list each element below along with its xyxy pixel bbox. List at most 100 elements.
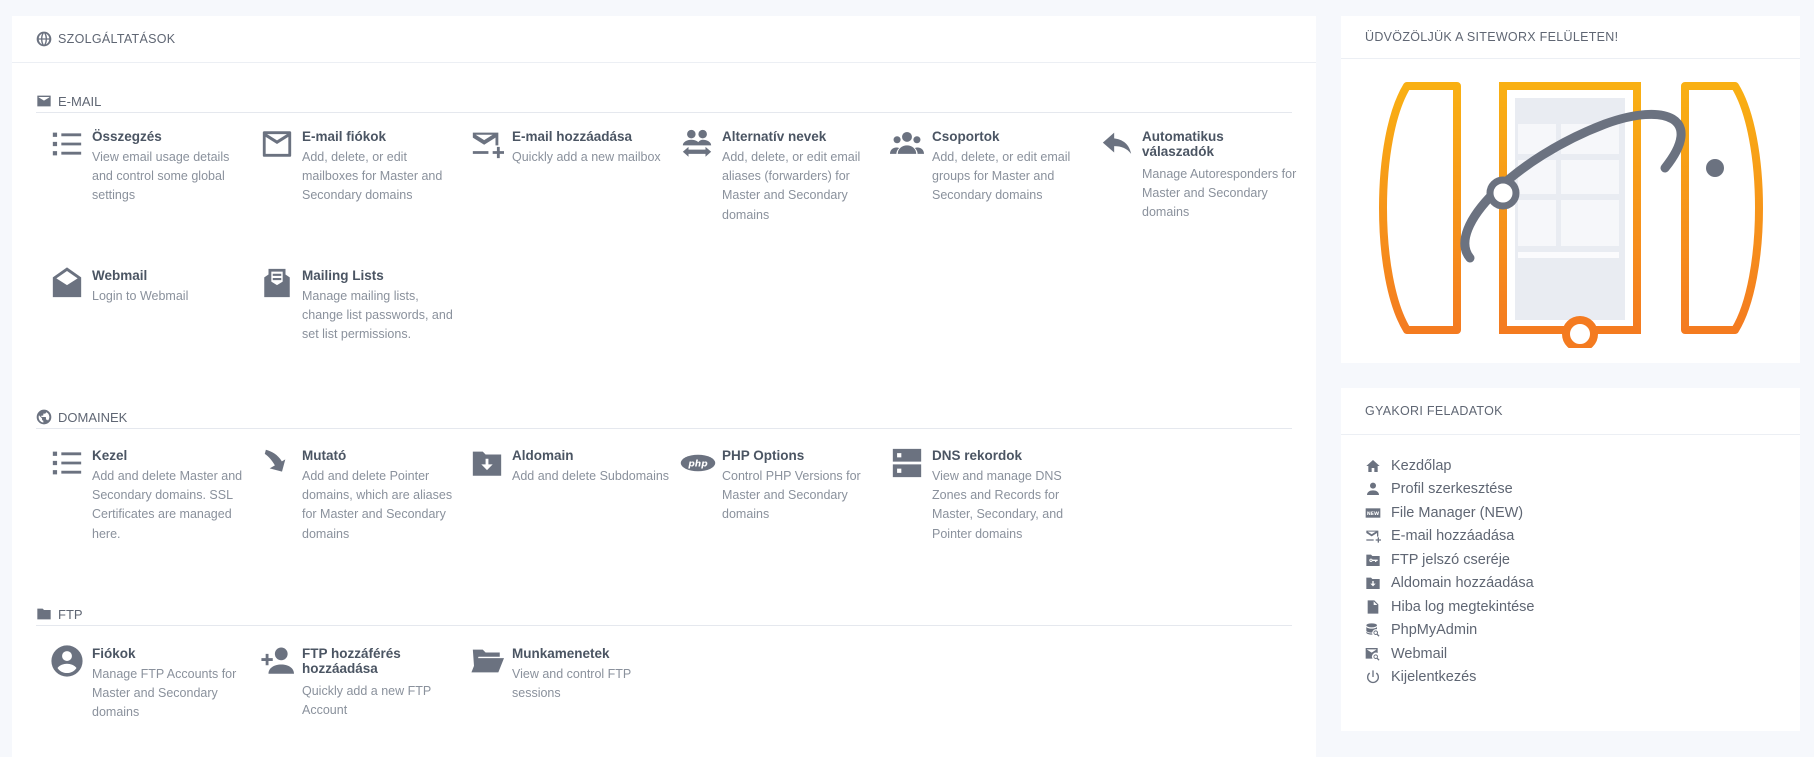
email-section-title: E-MAIL — [58, 93, 102, 109]
card-desc: Login to Webmail — [92, 289, 189, 303]
card-title[interactable]: Munkamenetek — [512, 646, 672, 661]
task-label[interactable]: E-mail hozzáadása — [1391, 528, 1514, 544]
card-desc: Manage Autoresponders for Master and Sec… — [1142, 167, 1297, 220]
card-title[interactable]: Csoportok — [932, 129, 1092, 144]
folder-key-icon — [1365, 552, 1381, 568]
task-label[interactable]: Hiba log megtekintése — [1391, 599, 1534, 615]
folder-open-icon — [470, 644, 504, 678]
mail-search-icon — [1365, 646, 1381, 662]
task-label[interactable]: Aldomain hozzáadása — [1391, 575, 1534, 591]
email-section: E-MAIL — [36, 90, 1292, 113]
card-title[interactable]: Alternatív nevek — [722, 129, 882, 144]
services-header: SZOLGÁLTATÁSOK — [12, 16, 1316, 63]
task-file-manager[interactable]: File Manager (NEW) — [1365, 501, 1534, 525]
card-title[interactable]: Kezel — [92, 448, 252, 463]
services-title: SZOLGÁLTATÁSOK — [58, 32, 176, 46]
card-title[interactable]: Webmail — [92, 268, 252, 283]
ftp-section: FTP — [36, 603, 1292, 626]
card-desc: Add, delete, or edit email groups for Ma… — [932, 150, 1071, 203]
ftp-section-title: FTP — [58, 606, 83, 622]
earth-icon — [36, 409, 52, 425]
new-badge-icon — [1365, 505, 1381, 521]
mail-add-icon — [1365, 528, 1381, 544]
database-search-icon — [1365, 622, 1381, 638]
task-edit-profile[interactable]: Profil szerkesztése — [1365, 478, 1534, 502]
task-label[interactable]: File Manager (NEW) — [1391, 505, 1523, 521]
task-add-email[interactable]: E-mail hozzáadása — [1365, 525, 1534, 549]
card-title[interactable]: E-mail hozzáadása — [512, 129, 672, 144]
folder-download-icon — [1365, 575, 1381, 591]
card-title[interactable]: Automatikus válaszadók — [1142, 129, 1252, 159]
welcome-panel: ÜDVÖZÖLJÜK A SITEWORX FELÜLETEN! — [1341, 16, 1800, 363]
list-icon — [50, 446, 84, 480]
php-icon — [680, 446, 714, 480]
card-title[interactable]: DNS rekordok — [932, 448, 1092, 463]
server-icon — [890, 446, 924, 480]
task-ftp-password[interactable]: FTP jelszó cseréje — [1365, 548, 1534, 572]
tasks-title: GYAKORI FELADATOK — [1365, 404, 1503, 418]
task-label[interactable]: FTP jelszó cseréje — [1391, 552, 1510, 568]
card-desc: View email usage details and control som… — [92, 150, 230, 203]
welcome-header: ÜDVÖZÖLJÜK A SITEWORX FELÜLETEN! — [1341, 16, 1800, 59]
email-section-header: E-MAIL — [36, 90, 1292, 113]
folder-icon — [36, 606, 52, 622]
task-phpmyadmin[interactable]: PhpMyAdmin — [1365, 619, 1534, 643]
welcome-title: ÜDVÖZÖLJÜK A SITEWORX FELÜLETEN! — [1365, 30, 1619, 44]
card-title[interactable]: Mailing Lists — [302, 268, 462, 283]
folder-download-icon — [470, 446, 504, 480]
domains-section: DOMAINEK — [36, 406, 1292, 429]
task-add-subdomain[interactable]: Aldomain hozzáadása — [1365, 572, 1534, 596]
card-desc: Quickly add a new mailbox — [512, 150, 661, 164]
card-desc: Add and delete Pointer domains, which ar… — [302, 469, 453, 541]
mailbox-icon — [260, 127, 294, 161]
task-logout[interactable]: Kijelentkezés — [1365, 666, 1534, 690]
task-home[interactable]: Kezdőlap — [1365, 454, 1534, 478]
list-icon — [50, 127, 84, 161]
envelope-icon — [36, 93, 52, 109]
ftp-section-header: FTP — [36, 603, 1292, 626]
group-icon — [890, 127, 924, 161]
person-icon — [1365, 481, 1381, 497]
users-forward-icon — [680, 127, 714, 161]
power-icon — [1365, 669, 1381, 685]
task-label[interactable]: Webmail — [1391, 646, 1447, 662]
card-title[interactable]: Fiókok — [92, 646, 252, 661]
card-desc: Add, delete, or edit mailboxes for Maste… — [302, 150, 443, 203]
domains-section-title: DOMAINEK — [58, 409, 128, 425]
card-desc: Manage mailing lists, change list passwo… — [302, 289, 453, 342]
mailing-list-icon — [260, 266, 294, 300]
task-label[interactable]: PhpMyAdmin — [1391, 622, 1477, 638]
card-title[interactable]: E-mail fiókok — [302, 129, 462, 144]
document-icon — [1365, 599, 1381, 615]
reply-icon — [1100, 127, 1134, 161]
person-add-icon — [260, 644, 294, 678]
card-desc: Quickly add a new FTP Account — [302, 684, 431, 718]
domains-section-header: DOMAINEK — [36, 406, 1292, 429]
task-error-log[interactable]: Hiba log megtekintése — [1365, 595, 1534, 619]
siteworx-logo — [1379, 82, 1763, 348]
card-title[interactable]: Aldomain — [512, 448, 672, 463]
mail-add-icon — [470, 127, 504, 161]
task-label[interactable]: Profil szerkesztése — [1391, 481, 1513, 497]
task-label[interactable]: Kijelentkezés — [1391, 669, 1476, 685]
card-desc: Add and delete Subdomains — [512, 469, 670, 483]
card-title[interactable]: Mutató — [302, 448, 462, 463]
services-panel: SZOLGÁLTATÁSOK E-MAIL Összegzés View emai… — [12, 16, 1316, 757]
tasks-header: GYAKORI FELADATOK — [1341, 388, 1800, 435]
pointer-arrow-icon — [260, 446, 294, 480]
home-icon — [1365, 458, 1381, 474]
frequent-tasks-panel: GYAKORI FELADATOK Kezdőlap Profil szerke… — [1341, 388, 1800, 731]
tasks-list: Kezdőlap Profil szerkesztése File Manage… — [1365, 454, 1534, 689]
card-title[interactable]: FTP hozzáférés hozzáadása — [302, 646, 412, 676]
account-circle-icon — [50, 644, 84, 678]
card-desc: Manage FTP Accounts for Master and Secon… — [92, 667, 237, 720]
card-title[interactable]: PHP Options — [722, 448, 882, 463]
open-mail-icon — [50, 266, 84, 300]
card-desc: View and control FTP sessions — [512, 667, 632, 701]
card-desc: View and manage DNS Zones and Records fo… — [932, 469, 1064, 541]
card-desc: Add, delete, or edit email aliases (forw… — [722, 150, 861, 222]
card-desc: Add and delete Master and Secondary doma… — [92, 469, 243, 541]
task-webmail[interactable]: Webmail — [1365, 642, 1534, 666]
card-title[interactable]: Összegzés — [92, 129, 252, 144]
task-label[interactable]: Kezdőlap — [1391, 458, 1451, 474]
